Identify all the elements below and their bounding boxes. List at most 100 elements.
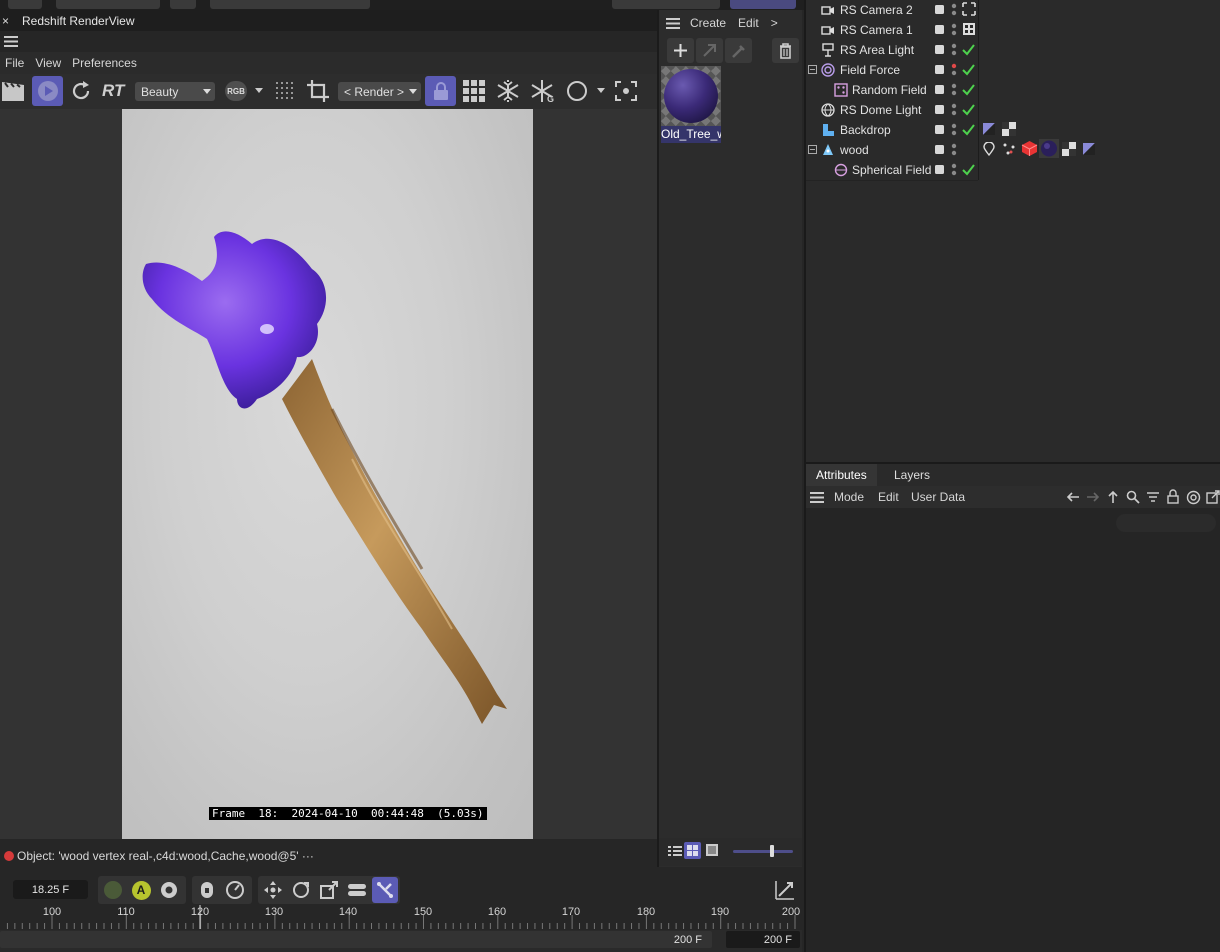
chevron-down-icon[interactable] [596,88,606,94]
rt-toggle[interactable]: RT [102,81,124,101]
editor-visibility-dot[interactable] [951,23,957,29]
editor-visibility-dot[interactable] [951,43,957,49]
editor-visibility-dot[interactable] [951,143,957,149]
clapper-icon[interactable] [1,80,25,102]
editor-visibility-dot[interactable] [951,63,957,69]
preview-range-slider[interactable] [0,931,712,948]
new-window-icon[interactable] [1206,490,1220,504]
menu-edit[interactable]: Edit [738,16,759,30]
toolbar-group-partial[interactable] [730,0,796,9]
scale-key-button[interactable] [318,879,340,901]
close-icon[interactable]: × [2,14,16,28]
red-cube-tag-icon[interactable] [1021,140,1038,157]
lock-button[interactable] [425,76,456,106]
editor-visibility-dot[interactable] [951,103,957,109]
editable-toggle-icon[interactable] [935,145,944,154]
editable-toggle-icon[interactable] [935,25,944,34]
filter-icon[interactable] [1146,490,1160,504]
menu-mode[interactable]: Mode [834,490,864,504]
toolbar-button-partial[interactable] [170,0,196,9]
object-row-rs-dome-light[interactable]: RS Dome Light [806,100,1220,120]
move-key-button[interactable] [262,879,284,901]
toolbar-button-partial[interactable] [8,0,42,9]
menu-user-data[interactable]: User Data [911,490,965,504]
key-settings-button[interactable] [158,879,180,901]
snowflake-g-icon[interactable]: G [530,79,556,103]
render-visibility-dot[interactable] [951,130,957,136]
point-level-button[interactable] [372,877,398,903]
end-frame-field[interactable]: 200 F [726,931,800,948]
chevron-down-icon[interactable] [254,88,264,94]
search-icon[interactable] [1126,490,1140,504]
hamburger-menu-icon[interactable] [666,17,680,29]
render-visibility-dot[interactable] [951,170,957,176]
tab-layers[interactable]: Layers [884,464,940,486]
preview-end-field[interactable]: 200 F [620,931,710,948]
render-visibility-dot[interactable] [951,30,957,36]
render-visibility-dot[interactable] [951,10,957,16]
editable-toggle-icon[interactable] [935,65,944,74]
delete-material-button[interactable] [772,38,799,63]
add-material-button[interactable] [667,38,694,63]
editor-visibility-dot[interactable] [951,3,957,9]
toolbar-group-partial[interactable] [612,0,720,9]
editor-visibility-dot[interactable] [951,123,957,129]
material-tag[interactable] [1039,139,1059,158]
dither-grid-icon[interactable] [274,80,296,102]
editor-visibility-dot[interactable] [951,83,957,89]
editable-toggle-icon[interactable] [935,165,944,174]
render-visibility-dot[interactable] [951,110,957,116]
collapse-icon[interactable] [808,145,818,155]
param-key-button[interactable] [346,879,368,901]
menu-edit[interactable]: Edit [878,490,899,504]
snowflake-icon[interactable] [496,79,520,103]
thumbnail-size-slider[interactable] [733,850,793,853]
large-view-icon[interactable] [705,843,719,857]
attributes-search-field[interactable] [1116,514,1216,532]
list-view-icon[interactable] [668,844,682,858]
toolbar-group-partial[interactable] [210,0,370,9]
object-row-random-field[interactable]: Random Field [806,80,1220,100]
up-arrow-icon[interactable] [1106,490,1120,504]
render-select[interactable]: < Render > [338,82,421,101]
render-visibility-dot[interactable] [951,90,957,96]
material-thumbnail[interactable]: Old_Tree_w [661,66,721,143]
apply-material-button[interactable] [696,38,723,63]
menu-view[interactable]: View [35,56,61,70]
render-visibility-dot[interactable] [951,70,957,76]
enabled-check-icon[interactable] [962,124,975,136]
enabled-check-icon[interactable] [962,104,975,116]
rgb-channel-button[interactable]: RGB [225,81,247,101]
aov-select[interactable]: Beauty [135,82,215,101]
enabled-check-icon[interactable] [962,44,975,56]
object-row-rs-camera-1[interactable]: RS Camera 1 [806,20,1220,40]
fcurve-icon[interactable] [774,879,796,901]
object-row-rs-area-light[interactable]: RS Area Light [806,40,1220,60]
toolbar-group-partial[interactable] [56,0,160,9]
menu-more[interactable]: > [771,16,778,30]
lock-key-button[interactable] [196,879,218,901]
vertex-map-tag-icon[interactable] [1002,142,1016,156]
menu-file[interactable]: File [5,56,24,70]
checker-tag-icon[interactable] [1002,122,1016,136]
editable-toggle-icon[interactable] [935,125,944,134]
hamburger-menu-icon[interactable] [4,36,18,47]
render-visibility-dot[interactable] [951,150,957,156]
menu-preferences[interactable]: Preferences [72,56,137,70]
pin-tag-icon[interactable] [982,142,996,156]
object-row-field-force[interactable]: Field Force [806,60,1220,80]
collapse-icon[interactable] [808,65,818,75]
render-visibility-dot[interactable] [951,50,957,56]
circle-icon[interactable] [566,80,590,102]
refresh-icon[interactable] [70,80,92,102]
enabled-check-icon[interactable] [962,64,975,76]
checker-tag-icon[interactable] [1062,142,1076,156]
lock-icon[interactable] [1166,489,1180,504]
tab-attributes[interactable]: Attributes [806,464,877,486]
object-row-spherical-field[interactable]: Spherical Field [806,160,1220,180]
crop-icon[interactable] [306,79,330,103]
editable-toggle-icon[interactable] [935,5,944,14]
target-icon[interactable] [1186,490,1201,505]
grid-view-button[interactable] [684,842,701,859]
grid-icon[interactable] [462,79,486,103]
